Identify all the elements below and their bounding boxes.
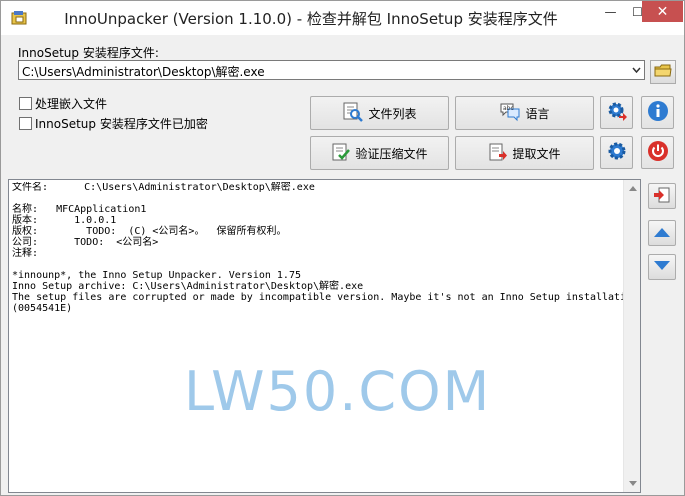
options-button[interactable]: [600, 136, 633, 169]
scroll-up-icon[interactable]: [624, 180, 641, 197]
encrypted-label: InnoSetup 安装程序文件已加密: [35, 116, 208, 131]
minimize-button[interactable]: —: [597, 1, 624, 22]
process-embedded-checkbox[interactable]: 处理嵌入文件: [19, 95, 107, 111]
folder-icon: [654, 64, 672, 81]
scroll-down-icon[interactable]: [624, 475, 641, 492]
dropdown-arrow-icon[interactable]: [628, 61, 644, 79]
window-title: InnoUnpacker (Version 1.10.0) - 检查并解包 In…: [64, 10, 558, 28]
language-label: 语言: [525, 106, 550, 121]
settings-gear-icon: [606, 140, 628, 165]
process-embedded-label: 处理嵌入文件: [35, 96, 108, 111]
open-log-icon: [653, 186, 671, 207]
extract-files-button[interactable]: 提取文件: [455, 136, 594, 170]
exit-button[interactable]: [641, 136, 674, 169]
file-list-label: 文件列表: [368, 106, 417, 121]
down-arrow-icon: [653, 260, 671, 275]
move-down-button[interactable]: [648, 254, 676, 280]
browse-folder-button[interactable]: [650, 60, 676, 84]
language-icon: abc: [499, 102, 525, 125]
verify-icon: [331, 142, 355, 165]
settings-button[interactable]: [600, 96, 633, 129]
up-arrow-icon: [653, 226, 671, 241]
file-list-button[interactable]: 文件列表: [310, 96, 449, 130]
main-window: InnoUnpacker (Version 1.10.0) - 检查并解包 In…: [0, 0, 685, 496]
log-text[interactable]: 文件名: C:\Users\Administrator\Desktop\解密.e…: [12, 182, 624, 492]
verify-label: 验证压缩文件: [355, 146, 428, 161]
checkbox-box[interactable]: [19, 116, 32, 130]
checkbox-box[interactable]: [19, 96, 32, 110]
vertical-scrollbar[interactable]: [623, 180, 640, 492]
watermark: LW50.COM: [184, 360, 492, 423]
file-list-icon: [342, 102, 368, 125]
settings-gear-icon: [606, 100, 628, 125]
about-button[interactable]: [641, 96, 674, 129]
move-up-button[interactable]: [648, 220, 676, 246]
info-icon: [647, 100, 669, 125]
extract-icon: [488, 142, 512, 165]
verify-archive-button[interactable]: 验证压缩文件: [310, 136, 449, 170]
installer-path-value: C:\Users\Administrator\Desktop\解密.exe: [22, 65, 265, 79]
encrypted-checkbox[interactable]: InnoSetup 安装程序文件已加密: [19, 115, 208, 131]
installer-file-label: InnoSetup 安装程序文件:: [18, 46, 159, 60]
extract-label: 提取文件: [512, 146, 561, 161]
power-icon: [647, 140, 669, 165]
installer-path-combobox[interactable]: C:\Users\Administrator\Desktop\解密.exe: [18, 60, 645, 80]
language-button[interactable]: abc 语言: [455, 96, 594, 130]
title-bar: InnoUnpacker (Version 1.10.0) - 检查并解包 In…: [1, 1, 684, 35]
close-button[interactable]: ✕: [642, 1, 683, 22]
open-log-button[interactable]: [648, 183, 676, 209]
log-output[interactable]: 文件名: C:\Users\Administrator\Desktop\解密.e…: [8, 179, 641, 493]
svg-text:abc: abc: [503, 105, 514, 112]
